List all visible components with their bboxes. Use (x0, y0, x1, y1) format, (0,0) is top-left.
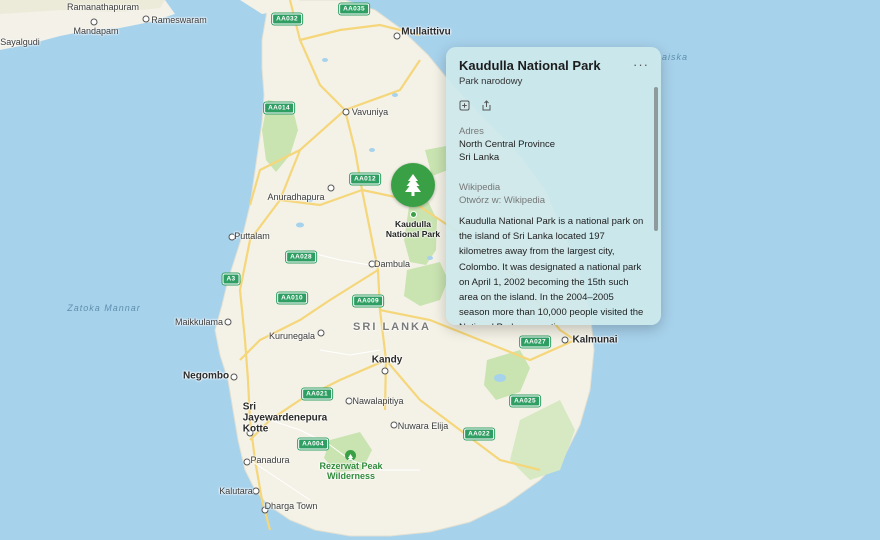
park-label[interactable]: Rezerwat Peak Wilderness (319, 461, 382, 481)
country-label: SRI LANKA (353, 321, 431, 333)
road-shield: AA014 (264, 102, 294, 114)
map-base (0, 0, 595, 537)
road-shield: AA027 (520, 336, 550, 348)
city-dot (345, 397, 353, 405)
city-dot (317, 329, 325, 337)
city-label[interactable]: Puttalam (234, 231, 270, 241)
place-info-panel[interactable]: Kaudulla National Park Park narodowy ···… (446, 47, 661, 325)
address-label: Adres (459, 126, 484, 137)
city-label[interactable]: Vavuniya (352, 107, 388, 117)
city-label[interactable]: Kurunegala (269, 331, 315, 341)
city-dot (393, 32, 401, 40)
road-shield: A3 (222, 273, 240, 285)
city-label[interactable]: Ramanathapuram (67, 2, 139, 12)
city-label[interactable]: Kalmunai (572, 335, 617, 346)
city-label[interactable]: Anuradhapura (267, 192, 324, 202)
map-view[interactable]: Zatoka Mannar aiska SRI LANKA Ramanathap… (0, 0, 880, 540)
road-shield: AA021 (302, 388, 332, 400)
pin-anchor-dot (410, 211, 417, 218)
road-shield: AA012 (350, 173, 380, 185)
city-dot (230, 373, 238, 381)
road-shield: AA025 (510, 395, 540, 407)
city-label[interactable]: Panadura (250, 455, 289, 465)
tree-icon (405, 174, 421, 196)
address-line: North Central Province (459, 139, 556, 150)
city-label[interactable]: Kalutara (219, 486, 253, 496)
city-label[interactable]: Dambula (374, 259, 410, 269)
share-icon[interactable] (481, 98, 492, 111)
road-shield: AA022 (464, 428, 494, 440)
add-to-guide-icon[interactable] (459, 98, 470, 111)
city-label[interactable]: Nuwara Elija (398, 421, 449, 431)
open-wikipedia-link[interactable]: Otwórz w: Wikipedia (459, 195, 545, 206)
city-dot (252, 487, 260, 495)
city-dot (390, 421, 398, 429)
city-dot (142, 15, 150, 23)
road-shield: AA035 (339, 3, 369, 15)
city-label[interactable]: Negombo (183, 371, 229, 382)
place-title: Kaudulla National Park (459, 58, 601, 73)
city-dot (561, 336, 569, 344)
city-label[interactable]: Sri Jayewardenepura Kotte (243, 402, 328, 435)
city-label[interactable]: Mullaittivu (401, 27, 450, 38)
wikipedia-label: Wikipedia (459, 182, 501, 193)
panel-scrollbar[interactable] (654, 87, 658, 231)
road-shield: AA032 (272, 13, 302, 25)
city-label[interactable]: Mandapam (73, 26, 118, 36)
selected-poi-label[interactable]: Kaudulla National Park (386, 219, 440, 239)
city-dot (342, 108, 350, 116)
city-dot (243, 458, 251, 466)
city-label[interactable]: Kandy (372, 355, 403, 366)
road-shield: AA028 (286, 251, 316, 263)
more-options-icon[interactable]: ··· (633, 57, 649, 72)
city-label[interactable]: Dharga Town (265, 501, 318, 511)
city-dot (90, 18, 98, 26)
selected-poi-pin[interactable] (391, 163, 435, 207)
city-dot (327, 184, 335, 192)
address-line: Sri Lanka (459, 152, 500, 163)
road-shield: AA004 (298, 438, 328, 450)
park-marker[interactable] (345, 450, 356, 461)
water-label: aiska (661, 52, 689, 62)
road-shield: AA010 (277, 292, 307, 304)
city-dot (224, 318, 232, 326)
place-description: Kaudulla National Park is a national par… (459, 216, 644, 325)
city-label[interactable]: Maikkulama (175, 317, 223, 327)
road-shield: AA009 (353, 295, 383, 307)
place-category: Park narodowy (459, 76, 523, 87)
city-label[interactable]: Sayalgudi (0, 37, 40, 47)
city-label[interactable]: Nawalapitiya (352, 396, 403, 406)
city-dot (381, 367, 389, 375)
water-label: Zatoka Mannar (67, 303, 141, 313)
city-label[interactable]: Rameswaram (151, 15, 207, 25)
